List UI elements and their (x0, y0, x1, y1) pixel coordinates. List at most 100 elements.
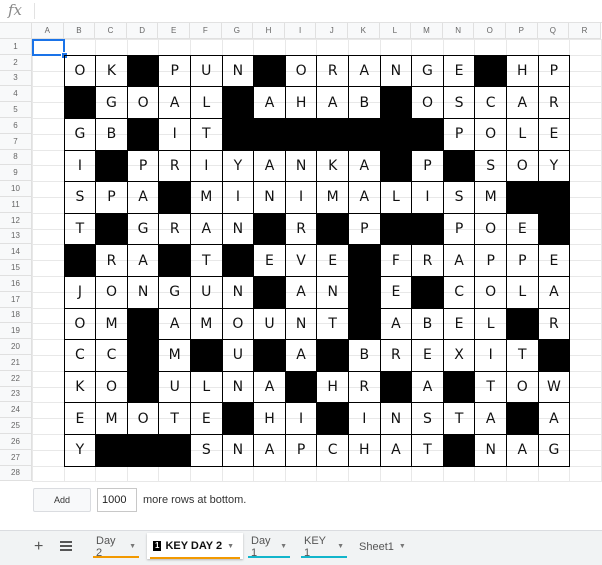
crossword-cell[interactable]: A (442, 244, 476, 277)
crossword-cell[interactable]: G (126, 212, 160, 246)
crossword-cell[interactable]: A (348, 54, 381, 88)
row-header-20[interactable]: 20 (0, 339, 32, 355)
crossword-cell[interactable]: T (411, 434, 444, 467)
crossword-cell[interactable]: O (126, 86, 160, 119)
crossword-black-square[interactable] (537, 212, 571, 246)
crossword-cell[interactable]: H (506, 54, 539, 88)
crossword-cell[interactable]: P (474, 244, 507, 277)
sheet-tab-key-day-2[interactable]: 1 KEY DAY 2 ▼ (147, 533, 243, 559)
crossword-cell[interactable]: G (158, 276, 191, 309)
row-header-19[interactable]: 19 (0, 323, 32, 340)
crossword-cell[interactable]: I (284, 181, 318, 214)
crossword-cell[interactable]: N (221, 212, 255, 246)
column-header-j[interactable]: J (316, 23, 348, 39)
caret-down-icon[interactable]: ▼ (227, 543, 234, 550)
crossword-cell[interactable]: N (316, 276, 349, 309)
crossword-black-square[interactable] (506, 307, 539, 341)
crossword-black-square[interactable] (411, 212, 444, 246)
crossword-cell[interactable]: I (190, 149, 223, 183)
crossword-cell[interactable]: M (95, 307, 128, 341)
row-header-2[interactable]: 2 (0, 54, 32, 71)
crossword-cell[interactable]: O (474, 212, 507, 246)
crossword-cell[interactable]: Y (537, 149, 571, 183)
crossword-cell[interactable]: A (379, 434, 413, 467)
crossword-cell[interactable]: H (316, 370, 349, 404)
crossword-cell[interactable]: A (253, 434, 286, 467)
crossword-cell[interactable]: H (348, 434, 381, 467)
crossword-cell[interactable]: B (348, 339, 381, 372)
crossword-cell[interactable]: Y (221, 149, 255, 183)
crossword-black-square[interactable] (474, 54, 507, 88)
crossword-cell[interactable]: R (537, 86, 571, 119)
crossword-cell[interactable]: G (411, 54, 444, 88)
crossword-cell[interactable]: E (190, 402, 223, 435)
column-header-f[interactable]: F (190, 23, 222, 39)
add-rows-button[interactable]: Add (33, 488, 91, 512)
crossword-cell[interactable]: M (190, 181, 223, 214)
crossword-cell[interactable]: S (63, 181, 97, 214)
crossword-cell[interactable]: T (316, 307, 349, 341)
crossword-cell[interactable]: X (442, 339, 476, 372)
crossword-black-square[interactable] (316, 212, 349, 246)
crossword-cell[interactable]: U (158, 370, 191, 404)
crossword-cell[interactable]: U (190, 54, 223, 88)
crossword-cell[interactable]: E (442, 307, 476, 341)
crossword-cell[interactable]: V (284, 244, 318, 277)
crossword-cell[interactable]: G (63, 118, 97, 151)
column-header-m[interactable]: M (411, 23, 443, 39)
crossword-black-square[interactable] (411, 118, 444, 151)
crossword-cell[interactable]: R (379, 339, 413, 372)
crossword-cell[interactable]: K (95, 54, 128, 88)
crossword-cell[interactable]: P (348, 212, 381, 246)
crossword-cell[interactable]: C (442, 276, 476, 309)
crossword-cell[interactable]: L (190, 86, 223, 119)
crossword-cell[interactable]: G (537, 434, 571, 467)
crossword-black-square[interactable] (348, 276, 381, 309)
crossword-cell[interactable]: Y (63, 434, 97, 467)
crossword-cell[interactable]: O (221, 307, 255, 341)
caret-down-icon[interactable]: ▼ (129, 543, 136, 550)
crossword-cell[interactable]: T (190, 244, 223, 277)
crossword-black-square[interactable] (95, 149, 128, 183)
crossword-black-square[interactable] (221, 402, 255, 435)
crossword-cell[interactable]: B (348, 86, 381, 119)
crossword-black-square[interactable] (506, 181, 539, 214)
crossword-black-square[interactable] (95, 434, 128, 467)
crossword-cell[interactable]: O (411, 86, 444, 119)
crossword-cell[interactable]: L (474, 307, 507, 341)
crossword-cell[interactable]: C (316, 434, 349, 467)
crossword-cell[interactable]: O (95, 370, 128, 404)
select-all-corner[interactable] (0, 23, 32, 39)
crossword-black-square[interactable] (126, 339, 160, 372)
row-header-10[interactable]: 10 (0, 181, 32, 197)
crossword-cell[interactable]: E (537, 244, 571, 277)
crossword-cell[interactable]: T (190, 118, 223, 151)
crossword-cell[interactable]: P (411, 149, 444, 183)
crossword-cell[interactable]: A (537, 402, 571, 435)
crossword-black-square[interactable] (221, 244, 255, 277)
row-header-17[interactable]: 17 (0, 291, 32, 308)
crossword-black-square[interactable] (411, 276, 444, 309)
crossword-black-square[interactable] (221, 86, 255, 119)
crossword-cell[interactable]: E (442, 54, 476, 88)
crossword-cell[interactable]: U (190, 276, 223, 309)
formula-input[interactable] (40, 4, 590, 18)
crossword-black-square[interactable] (348, 307, 381, 341)
column-header-e[interactable]: E (158, 23, 190, 39)
row-header-28[interactable]: 28 (0, 465, 32, 482)
crossword-cell[interactable]: I (158, 118, 191, 151)
crossword-cell[interactable]: R (284, 212, 318, 246)
crossword-cell[interactable]: O (506, 149, 539, 183)
crossword-black-square[interactable] (253, 339, 286, 372)
crossword-cell[interactable]: U (221, 339, 255, 372)
crossword-cell[interactable]: A (348, 149, 381, 183)
caret-down-icon[interactable]: ▼ (399, 543, 406, 550)
crossword-black-square[interactable] (63, 86, 97, 119)
sheet-tab-sheet1[interactable]: Sheet1 ▼ (353, 535, 409, 558)
crossword-black-square[interactable] (126, 370, 160, 404)
caret-down-icon[interactable]: ▼ (280, 543, 287, 550)
crossword-black-square[interactable] (190, 339, 223, 372)
column-header-d[interactable]: D (126, 23, 159, 39)
crossword-cell[interactable]: A (284, 276, 318, 309)
crossword-black-square[interactable] (284, 118, 318, 151)
